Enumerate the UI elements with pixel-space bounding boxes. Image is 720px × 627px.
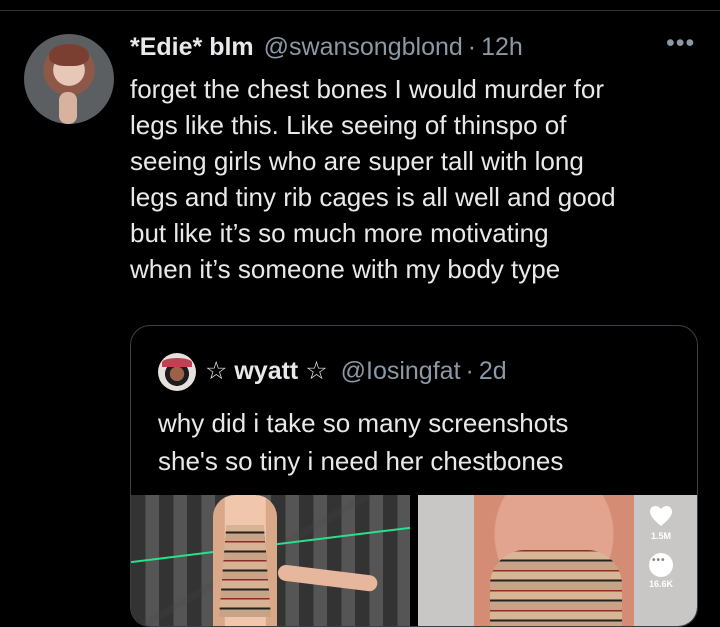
quote-header: ☆ wyatt ☆ @Iosingfat · 2d — [205, 356, 507, 386]
user-handle[interactable]: @swansongblond — [264, 33, 463, 62]
plaid-swimsuit-right — [490, 550, 622, 626]
quote-timestamp[interactable]: 2d — [479, 357, 507, 386]
tweet-header: *Edie* blm @swansongblond · 12h — [130, 33, 680, 65]
tweet-text: forget the chest bones I would murder fo… — [130, 74, 616, 284]
media-actions: 1.5M 16.6K — [637, 505, 685, 589]
quote-display-name[interactable]: ☆ wyatt ☆ — [205, 356, 328, 386]
separator-dot: · — [467, 33, 477, 61]
quote-text: why did i take so many screenshots she's… — [158, 408, 569, 476]
timestamp[interactable]: 12h — [481, 33, 523, 62]
comment-icon[interactable] — [649, 553, 673, 577]
comment-count: 16.6K — [648, 579, 674, 589]
avatar[interactable] — [24, 34, 114, 124]
heart-icon[interactable] — [649, 505, 673, 527]
plaid-swimsuit-left — [219, 525, 271, 617]
media-photo-left[interactable] — [131, 495, 410, 626]
media-photo-right[interactable]: 1.5M 16.6K — [418, 495, 697, 626]
arm-image-left — [277, 564, 379, 593]
like-count: 1.5M — [650, 531, 671, 541]
tweet[interactable]: *Edie* blm @swansongblond · 12h ••• forg… — [0, 0, 720, 627]
quote-separator-dot: · — [465, 357, 474, 385]
more-icon[interactable]: ••• — [666, 31, 700, 56]
quote-avatar[interactable] — [158, 353, 196, 391]
quote-user-handle[interactable]: @Iosingfat — [341, 357, 461, 386]
quote-media[interactable]: 1.5M 16.6K — [131, 495, 697, 626]
quoted-tweet[interactable]: ☆ wyatt ☆ @Iosingfat · 2d why did i take… — [130, 325, 698, 627]
display-name[interactable]: *Edie* blm — [130, 33, 254, 62]
